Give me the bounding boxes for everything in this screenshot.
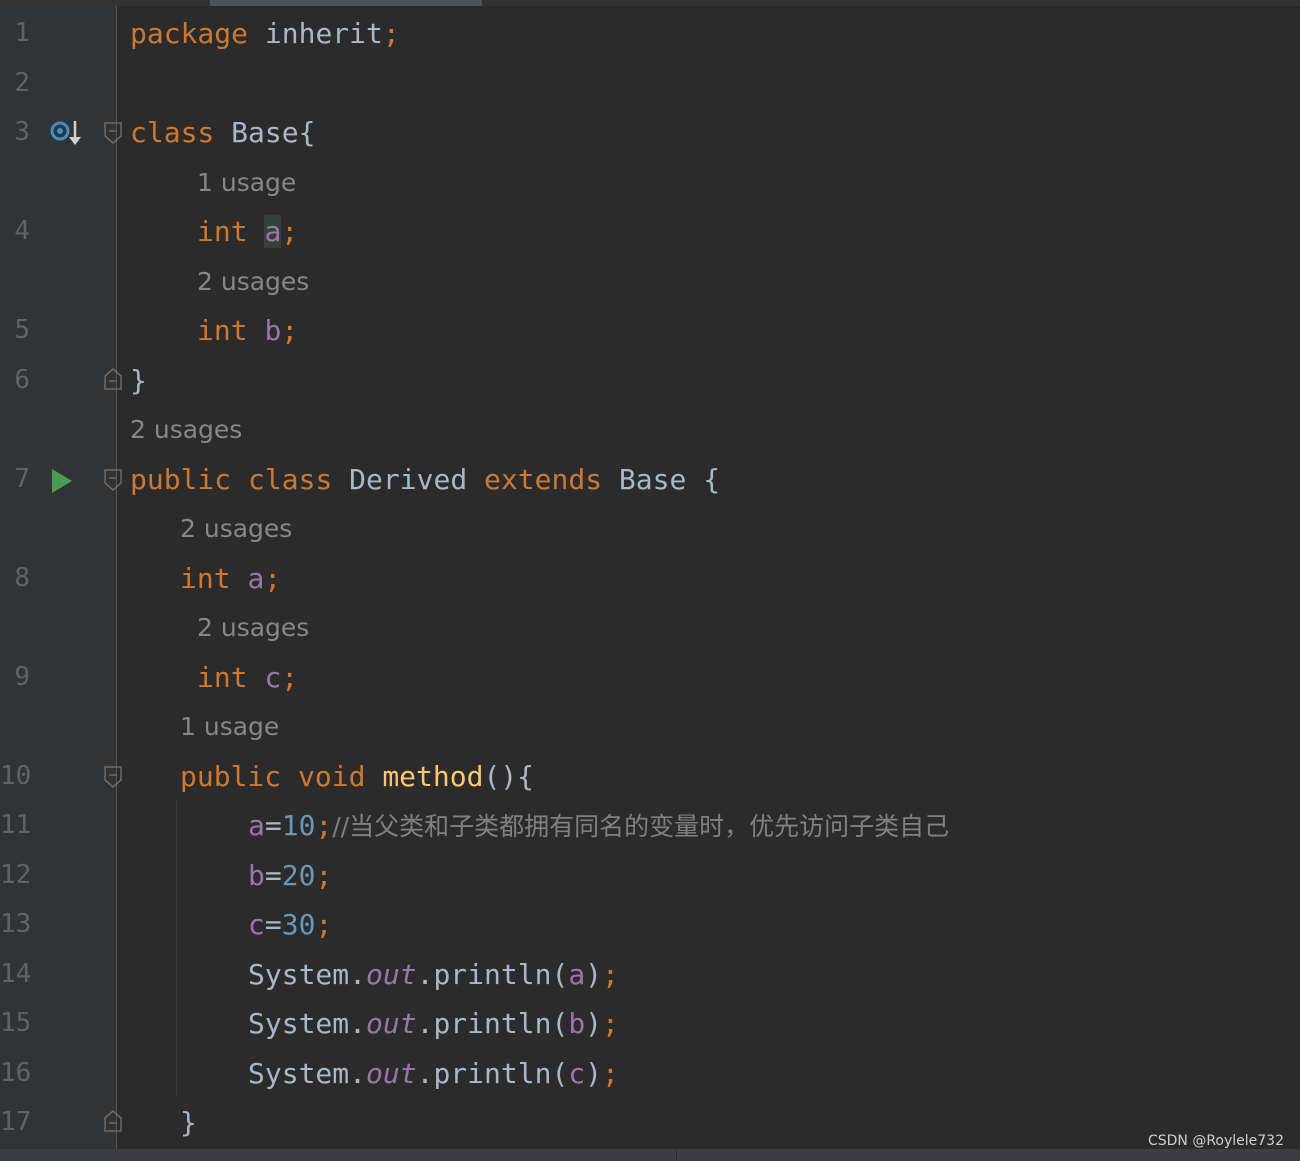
code-line[interactable]: 17 } [0,1098,1300,1148]
usage-hint[interactable]: 2 usages [197,603,309,653]
code-text: } [180,1106,197,1139]
code-text: } [130,363,147,397]
code-text: System.out.println(b); [248,1007,619,1040]
code-line[interactable]: 13 c=30; [0,900,1300,950]
code-line[interactable]: 9 int c; [0,653,1300,703]
line-number: 8 [14,562,30,593]
highlighted-field: a [264,215,282,248]
usage-hint[interactable]: 2 usages [130,405,242,455]
code-line[interactable]: 3 class Base{ [0,108,1300,158]
line-number: 11 [0,810,32,840]
usage-hint[interactable]: 1 usage [180,702,279,752]
line-number: 17 [0,1107,32,1137]
code-line[interactable]: 1 package inherit; [0,9,1300,59]
overridden-icon[interactable] [48,118,84,150]
code-line[interactable]: 10 public void method(){ [0,752,1300,802]
code-line[interactable]: 2 [0,59,1300,109]
usage-hint[interactable]: 2 usages [180,504,292,554]
code-text: int b; [197,314,299,347]
code-text: int a; [180,561,282,595]
code-line[interactable]: 16 System.out.println(c); [0,1049,1300,1099]
fold-icon[interactable] [104,468,122,491]
tab-bar [0,0,1300,6]
line-number: 9 [14,661,30,692]
fold-icon[interactable] [104,765,122,788]
inlay-hint-row: 2 usages [0,257,1300,307]
inlay-hint-row: 2 usages [0,504,1300,554]
inlay-hint-row: 2 usages [0,405,1300,455]
code-text: public class Derived extends Base { [130,462,721,496]
active-tab-indicator[interactable] [210,0,482,6]
scrollbar-divider [676,1149,677,1161]
code-line[interactable]: 6 } [0,356,1300,406]
inlay-hint-row: 1 usage [0,702,1300,752]
code-text: int a; [197,215,299,248]
code-line[interactable]: 4 int a; [0,207,1300,257]
watermark-text: CSDN @Roylele732 [1147,1133,1284,1149]
code-line[interactable]: 8 int a; [0,554,1300,604]
code-line[interactable]: 7 public class Derived extends Base { [0,455,1300,505]
inlay-hint-row: 2 usages [0,603,1300,653]
code-text: class Base{ [130,116,316,149]
line-number: 10 [0,760,32,791]
line-number: 14 [0,958,32,989]
line-number: 7 [14,463,30,494]
code-text: System.out.println(a); [248,957,619,991]
usage-hint[interactable]: 2 usages [197,257,309,307]
fold-icon[interactable] [104,122,122,144]
fold-end-icon[interactable] [104,1110,122,1132]
line-number: 2 [14,67,30,98]
code-comment: //当父类和子类都拥有同名的变量时，优先访问子类自己 [332,812,950,841]
code-line[interactable]: 5 int b; [0,306,1300,356]
code-line[interactable]: 11 a=10;//当父类和子类都拥有同名的变量时，优先访问子类自己 [0,801,1300,851]
code-line[interactable]: 12 b=20; [0,851,1300,901]
code-line[interactable]: 14 System.out.println(a); [0,950,1300,1000]
code-text: public void method(){ [180,759,535,793]
line-number: 5 [14,315,30,345]
line-number: 16 [0,1057,32,1088]
line-number: 6 [14,364,30,395]
line-number: 3 [14,117,30,147]
line-number: 1 [14,18,30,48]
code-text: int c; [197,660,299,694]
inlay-hint-row: 1 usage [0,158,1300,208]
code-line[interactable]: 15 System.out.println(b); [0,999,1300,1049]
line-number: 13 [0,909,32,939]
usage-hint[interactable]: 1 usage [197,158,296,208]
line-number: 15 [0,1008,32,1038]
line-number: 12 [0,859,32,890]
horizontal-scrollbar[interactable] [0,1149,1300,1161]
code-text: System.out.println(c); [248,1056,619,1090]
code-text: package inherit; [130,17,400,50]
code-text: a=10;//当父类和子类都拥有同名的变量时，优先访问子类自己 [248,809,950,842]
fold-end-icon[interactable] [104,367,122,390]
run-icon[interactable] [52,468,72,493]
code-text: c=30; [248,908,333,941]
line-number: 4 [14,216,30,246]
code-text: b=20; [248,858,333,892]
